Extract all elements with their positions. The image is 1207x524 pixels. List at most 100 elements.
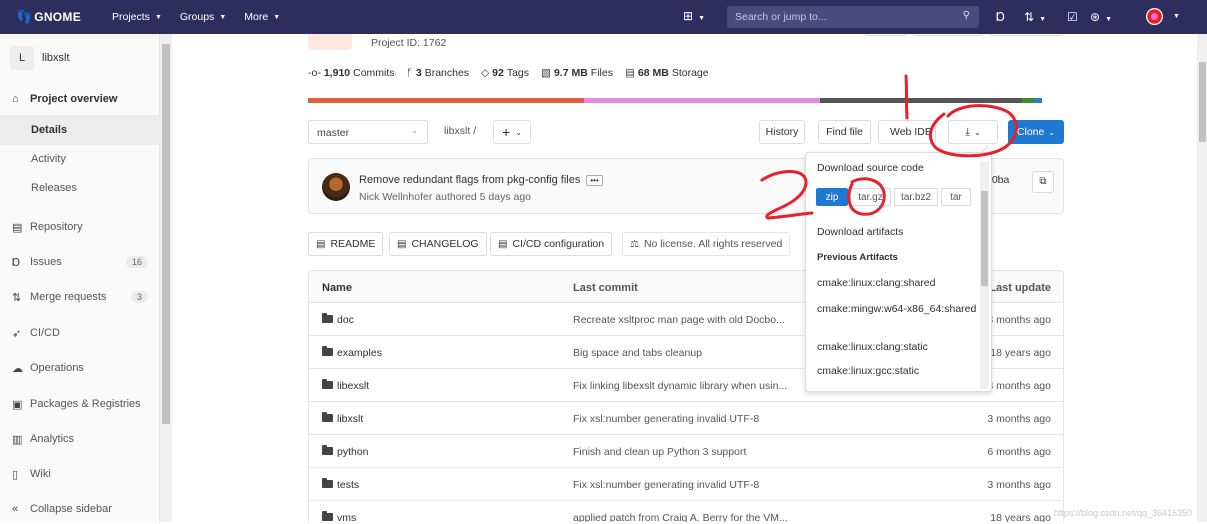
todo-icon[interactable]: ☑ [1067,10,1078,24]
sidebar-item-merge-requests[interactable]: ⇅ Merge requests 3 [0,282,160,312]
row-last-update: 18 years ago [990,512,1051,522]
artifact-item[interactable]: cmake:mingw:w64-x86_64:shared [817,303,977,315]
folder-icon [322,511,333,521]
download-tar-button[interactable]: tar [941,188,971,206]
storage-info: ▤ 68 MB Storage [624,67,709,79]
plus-square-icon: ⊞ [683,9,694,23]
sidebar-item-operations[interactable]: ☁ Operations [0,353,160,383]
changelog-button[interactable]: ▤ CHANGELOG [389,232,487,256]
folder-name-link[interactable]: doc [322,313,354,326]
doc-icon: ▤ [397,238,407,250]
table-row[interactable]: tests Fix xsl:number generating invalid U… [308,468,1064,501]
branch-select[interactable]: master ⌄ [308,120,428,144]
folder-icon [322,379,333,389]
language-segment [820,98,1022,103]
nav-groups[interactable]: Groups ▼ [180,11,226,23]
merge-request-nav-icon[interactable]: ⇅ ▼ [1024,10,1046,24]
package-icon: ▣ [12,398,23,411]
commits-link[interactable]: -o- 1,910 Commits [308,67,395,79]
folder-name-link[interactable]: tests [322,478,359,491]
folder-name-link[interactable]: examples [322,346,382,359]
folder-name-link[interactable]: libexslt [322,379,369,392]
notification-button[interactable] [866,34,906,36]
row-last-commit[interactable]: Big space and tabs cleanup [573,347,702,359]
author-avatar[interactable] [322,173,350,201]
row-last-update: 3 months ago [987,479,1051,491]
sidebar-item-packages[interactable]: ▣ Packages & Registries [0,389,160,419]
row-last-commit[interactable]: Fix xsl:number generating invalid UTF-8 [573,413,759,425]
language-segment [308,98,584,103]
gnome-logo[interactable]: 👣 GNOME [16,9,86,25]
language-bar [308,98,1042,103]
table-row[interactable]: python Finish and clean up Python 3 suppo… [308,435,1064,468]
folder-name-link[interactable]: libxslt [322,412,363,425]
branches-link[interactable]: ᚶ 3 Branches [407,67,470,79]
more-dots-icon[interactable]: ••• [586,174,603,186]
help-icon[interactable]: ⊛ ▼ [1090,10,1112,24]
chevron-down-icon: ⌄ [1048,127,1056,137]
row-last-commit[interactable]: Recreate xsltproc man page with old Docb… [573,314,785,326]
star-button[interactable] [912,34,982,36]
new-item-button[interactable]: ⊞ ▼ [683,9,705,23]
download-button[interactable]: ⤓ ⌄ [948,120,998,144]
previous-artifacts-label: Previous Artifacts [817,252,898,263]
readme-button[interactable]: ▤ README [308,232,384,256]
rocket-icon: ➶ [12,327,22,340]
issues-nav-icon[interactable]: Ɒ [996,10,1005,24]
download-targz-button[interactable]: tar.gz [850,188,891,206]
find-file-button[interactable]: Find file [818,120,871,144]
commit-icon: -o- [308,67,321,79]
collapse-sidebar-button[interactable]: «Collapse sidebar [0,494,160,524]
dropdown-scrollbar[interactable] [980,161,989,389]
sidebar-item-cicd[interactable]: ➶ CI/CD [0,318,160,348]
table-row[interactable]: vms applied patch from Craig A. Berry for… [308,501,1064,522]
copy-sha-button[interactable]: ⧉ [1032,171,1054,193]
add-file-button[interactable]: + ⌄ [493,120,531,144]
sidebar-item-analytics[interactable]: ▥ Analytics [0,424,160,454]
breadcrumb-project[interactable]: libxslt [444,125,470,137]
row-last-commit[interactable]: applied patch from Craig A. Berry for th… [573,512,788,522]
sidebar-item-repository[interactable]: ▤ Repository [0,212,160,242]
files-link[interactable]: ▧ 9.7 MB Files [541,67,613,79]
cloud-icon: ☁ [12,362,23,375]
folder-name-link[interactable]: python [322,445,369,458]
row-last-commit[interactable]: Finish and clean up Python 3 support [573,446,746,458]
nav-projects[interactable]: Projects ▼ [112,11,162,23]
web-ide-button[interactable]: Web IDE [878,120,936,144]
tags-link[interactable]: ◇ 92 Tags [481,67,529,79]
folder-icon [322,412,333,422]
history-button[interactable]: History [759,120,805,144]
doc-icon: ▤ [498,238,508,250]
sidebar-item-project-overview[interactable]: ⌂ Project overview [0,84,160,114]
sidebar-project-header[interactable]: L libxslt [10,46,70,70]
download-tarbz2-button[interactable]: tar.bz2 [894,188,938,206]
artifact-item[interactable]: cmake:linux:clang:static [817,341,977,353]
sidebar-item-releases[interactable]: Releases [0,173,160,203]
nav-more[interactable]: More ▼ [244,11,280,23]
table-row[interactable]: libxslt Fix xsl:number generating invalid… [308,402,1064,435]
download-dropdown: Download source code zip tar.gz tar.bz2 … [805,152,992,392]
cicd-config-button[interactable]: ▤ CI/CD configuration [490,232,613,256]
artifact-item[interactable]: cmake:linux:gcc:static [817,365,977,377]
row-last-commit[interactable]: Fix linking libexslt dynamic library whe… [573,380,787,392]
row-last-update: 6 months ago [987,446,1051,458]
sidebar-item-issues[interactable]: Ɒ Issues 16 [0,247,160,277]
sidebar-item-wiki[interactable]: ▯ Wiki [0,459,160,489]
tag-icon: ◇ [481,67,490,79]
chart-icon: ▥ [12,433,23,446]
commit-title[interactable]: Remove redundant flags from pkg-config f… [359,174,603,186]
doc-icon: ▤ [316,238,326,250]
row-last-commit[interactable]: Fix xsl:number generating invalid UTF-8 [573,479,759,491]
sidebar-item-details[interactable]: Details [0,115,160,145]
sidebar-item-activity[interactable]: Activity [0,144,160,174]
fork-button[interactable] [990,34,1064,36]
user-avatar[interactable] [1146,8,1163,25]
commit-author[interactable]: Nick Wellnhofer [359,191,432,203]
search-input[interactable]: Search or jump to... ⚲ [727,6,979,28]
clone-button[interactable]: Clone ⌄ [1008,120,1064,144]
sidebar-scrollbar[interactable] [160,34,172,522]
download-zip-button[interactable]: zip [816,188,848,206]
folder-name-link[interactable]: vms [322,511,356,522]
page-scrollbar[interactable] [1197,34,1207,522]
artifact-item[interactable]: cmake:linux:clang:shared [817,277,977,289]
